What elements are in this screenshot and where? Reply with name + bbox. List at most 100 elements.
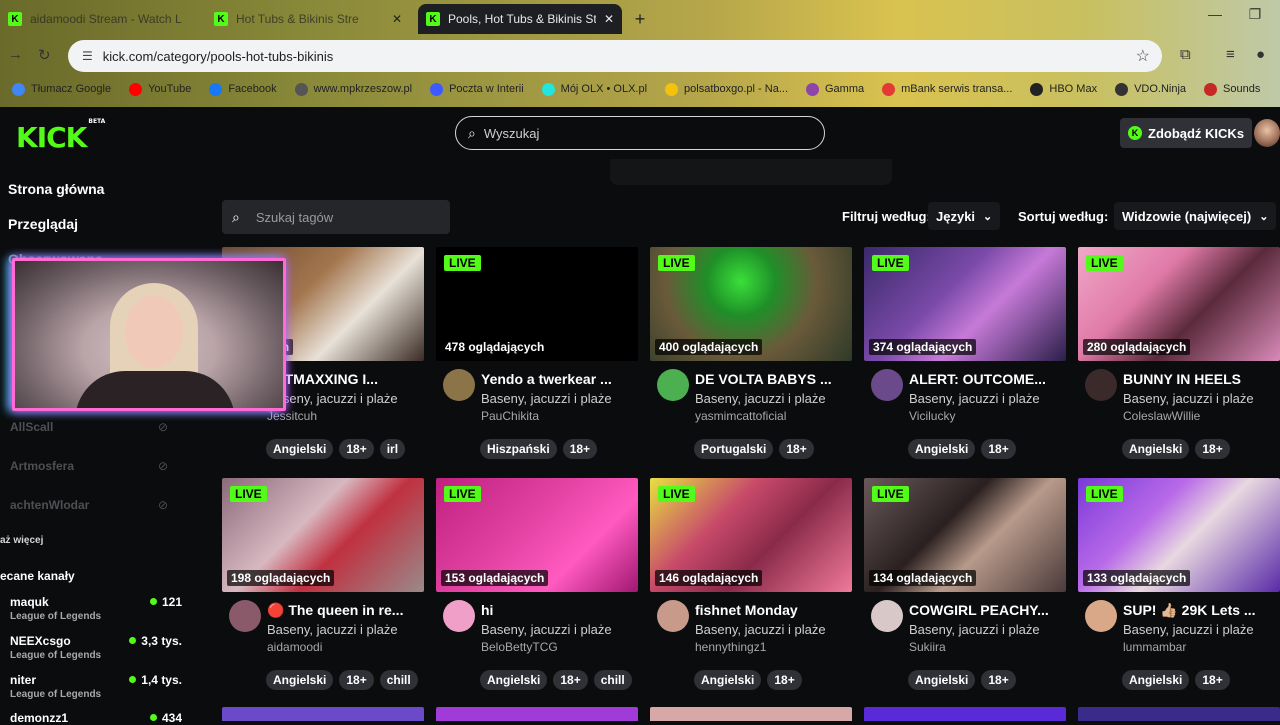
stream-thumbnail[interactable]: LIVE 146 oglądających xyxy=(650,478,852,592)
followed-channel[interactable]: AllScall xyxy=(10,420,53,434)
bookmark-item[interactable]: mBank serwis transa... xyxy=(882,82,1012,96)
bookmark-item[interactable]: Facebook xyxy=(209,82,277,96)
bookmark-item[interactable]: VDO.Ninja xyxy=(1115,82,1186,96)
stream-category[interactable]: Baseny, jacuzzi i plaże xyxy=(481,622,612,637)
stream-card[interactable]: LIVE 198 oglądających 🔴 The queen in re...… xyxy=(222,478,424,690)
stream-tag[interactable]: 18+ xyxy=(339,670,374,690)
stream-category[interactable]: Baseny, jacuzzi i plaże xyxy=(267,391,398,406)
sort-dropdown[interactable]: Widzowie (najwięcej) ⌄ xyxy=(1114,202,1277,230)
stream-card[interactable]: LIVE 134 oglądających COWGIRL PEACHY... Bas… xyxy=(864,478,1066,690)
reload-icon[interactable]: ↻ xyxy=(38,46,51,64)
stream-tag[interactable]: chill xyxy=(593,670,632,690)
stream-category[interactable]: Baseny, jacuzzi i plaże xyxy=(695,622,826,637)
stream-thumbnail-partial[interactable] xyxy=(436,707,638,721)
stream-tag[interactable]: irl xyxy=(379,439,406,459)
stream-thumbnail[interactable]: LIVE 134 oglądających xyxy=(864,478,1066,592)
channel-name[interactable]: Jessitcuh xyxy=(267,409,317,423)
stream-tag[interactable]: Angielski xyxy=(908,670,976,690)
sidebar-item-home[interactable]: Strona główna xyxy=(8,181,104,197)
stream-thumbnail[interactable]: LIVE 153 oglądających xyxy=(436,478,638,592)
stream-title[interactable]: Yendo a twerkear ... xyxy=(481,371,631,387)
stream-thumbnail-partial[interactable] xyxy=(650,707,852,721)
stream-title[interactable]: 🔴 The queen in re... xyxy=(267,602,417,619)
stream-category[interactable]: Baseny, jacuzzi i plaże xyxy=(481,391,612,406)
close-tab-icon[interactable]: ✕ xyxy=(384,12,402,26)
kick-logo[interactable]: KICK BETA xyxy=(16,118,105,154)
channel-name[interactable]: aidamoodi xyxy=(267,640,322,654)
profile-icon[interactable]: ● xyxy=(1256,46,1265,63)
channel-avatar[interactable] xyxy=(443,369,475,401)
stream-title[interactable]: SUP! 👍🏼 29K Lets ... xyxy=(1123,602,1273,619)
stream-tag[interactable]: 18+ xyxy=(1195,439,1230,459)
bookmark-item[interactable]: Tłumacz Google xyxy=(12,82,111,96)
channel-avatar[interactable] xyxy=(1085,369,1117,401)
channel-avatar[interactable] xyxy=(657,600,689,632)
stream-card[interactable]: LIVE 478 oglądających Yendo a twerkear ...… xyxy=(436,247,638,459)
stream-card[interactable]: LIVE 400 oglądających DE VOLTA BABYS ... Ba… xyxy=(650,247,852,459)
stream-tag[interactable]: 18+ xyxy=(767,670,802,690)
new-tab-icon[interactable]: + xyxy=(628,8,652,30)
bookmark-item[interactable]: HBO Max xyxy=(1030,82,1097,96)
channel-avatar[interactable] xyxy=(229,600,261,632)
channel-avatar[interactable] xyxy=(871,369,903,401)
stream-category[interactable]: Baseny, jacuzzi i plaże xyxy=(1123,391,1254,406)
stream-tag[interactable]: 18+ xyxy=(779,439,814,459)
stream-title[interactable]: ATTMAXXING I... xyxy=(267,371,417,387)
channel-name[interactable]: PauChikita xyxy=(481,409,539,423)
followed-channel[interactable]: Artmosfera xyxy=(10,459,74,473)
stream-thumbnail-partial[interactable] xyxy=(864,707,1066,721)
stream-thumbnail-partial[interactable] xyxy=(1078,707,1280,721)
reading-list-icon[interactable]: ≡ xyxy=(1226,46,1235,63)
show-more-link[interactable]: aż więcej xyxy=(0,535,43,546)
channel-name[interactable]: Vicilucky xyxy=(909,409,955,423)
stream-thumbnail[interactable]: LIVE 133 oglądających xyxy=(1078,478,1280,592)
minimize-icon[interactable]: — xyxy=(1200,6,1230,22)
stream-tag[interactable]: chill xyxy=(379,670,418,690)
stream-category[interactable]: Baseny, jacuzzi i plaże xyxy=(909,391,1040,406)
stream-thumbnail[interactable]: LIVE 198 oglądających xyxy=(222,478,424,592)
site-info-icon[interactable]: ☰ xyxy=(82,49,93,63)
stream-tag[interactable]: 18+ xyxy=(562,439,598,459)
stream-thumbnail[interactable]: LIVE 400 oglądających xyxy=(650,247,852,361)
channel-name[interactable]: lummambar xyxy=(1123,640,1186,654)
stream-tag[interactable]: Portugalski xyxy=(694,439,774,459)
stream-tag[interactable]: 18+ xyxy=(981,670,1016,690)
user-avatar[interactable] xyxy=(1254,119,1280,147)
stream-title[interactable]: COWGIRL PEACHY... xyxy=(909,602,1059,618)
stream-category[interactable]: Baseny, jacuzzi i plaże xyxy=(267,622,398,637)
bookmark-item[interactable]: Gamma xyxy=(806,82,864,96)
stream-tag[interactable]: 18+ xyxy=(339,439,374,459)
extensions-icon[interactable]: ⧉ xyxy=(1180,46,1191,63)
bookmark-item[interactable]: polsatboxgo.pl - Na... xyxy=(665,82,788,96)
stream-thumbnail[interactable]: LIVE 374 oglądających xyxy=(864,247,1066,361)
channel-name[interactable]: Sukiira xyxy=(909,640,946,654)
bookmark-item[interactable]: YouTube xyxy=(129,82,191,96)
stream-card[interactable]: LIVE 374 oglądających ALERT: OUTCOME... Bas… xyxy=(864,247,1066,459)
stream-tag[interactable]: Angielski xyxy=(908,439,976,459)
get-kicks-button[interactable]: K Zdobądź KICKs xyxy=(1120,118,1253,148)
sidebar-item-browse[interactable]: Przeglądaj xyxy=(8,216,78,232)
stream-title[interactable]: fishnet Monday xyxy=(695,602,845,618)
stream-category[interactable]: Baseny, jacuzzi i plaże xyxy=(909,622,1040,637)
main-search-input[interactable]: ⌕ Wyszukaj xyxy=(455,116,825,150)
recommended-channel[interactable]: maquk League of Legends 121 xyxy=(10,595,190,622)
address-bar[interactable]: ☰ kick.com/category/pools-hot-tubs-bikin… xyxy=(68,40,1162,72)
channel-avatar[interactable] xyxy=(871,600,903,632)
stream-tag[interactable]: 18+ xyxy=(1195,670,1230,690)
close-tab-icon[interactable]: ✕ xyxy=(596,12,614,26)
bookmark-item[interactable]: Sounds xyxy=(1204,82,1260,96)
stream-tag[interactable]: Angielski xyxy=(694,670,762,690)
recommended-channel[interactable]: demonzz1 434 xyxy=(10,711,190,725)
stream-tag[interactable]: 18+ xyxy=(981,439,1016,459)
channel-name[interactable]: ColeslawWillie xyxy=(1123,409,1200,423)
stream-thumbnail-partial[interactable] xyxy=(222,707,424,721)
tab-pools-active[interactable]: K Pools, Hot Tubs & Bikinis Strea ✕ xyxy=(418,4,622,34)
stream-tag[interactable]: Angielski xyxy=(266,670,334,690)
language-filter-dropdown[interactable]: Języki ⌄ xyxy=(928,202,1001,230)
bookmark-star-icon[interactable]: ☆ xyxy=(1136,46,1150,66)
recommended-channel[interactable]: NEEXcsgo League of Legends 3,3 tys. xyxy=(10,634,190,661)
stream-card[interactable]: LIVE 280 oglądających BUNNY IN HEELS Baseny… xyxy=(1078,247,1280,459)
stream-tag[interactable]: Angielski xyxy=(480,670,548,690)
channel-name[interactable]: hennythingz1 xyxy=(695,640,766,654)
stream-title[interactable]: DE VOLTA BABYS ... xyxy=(695,371,845,387)
